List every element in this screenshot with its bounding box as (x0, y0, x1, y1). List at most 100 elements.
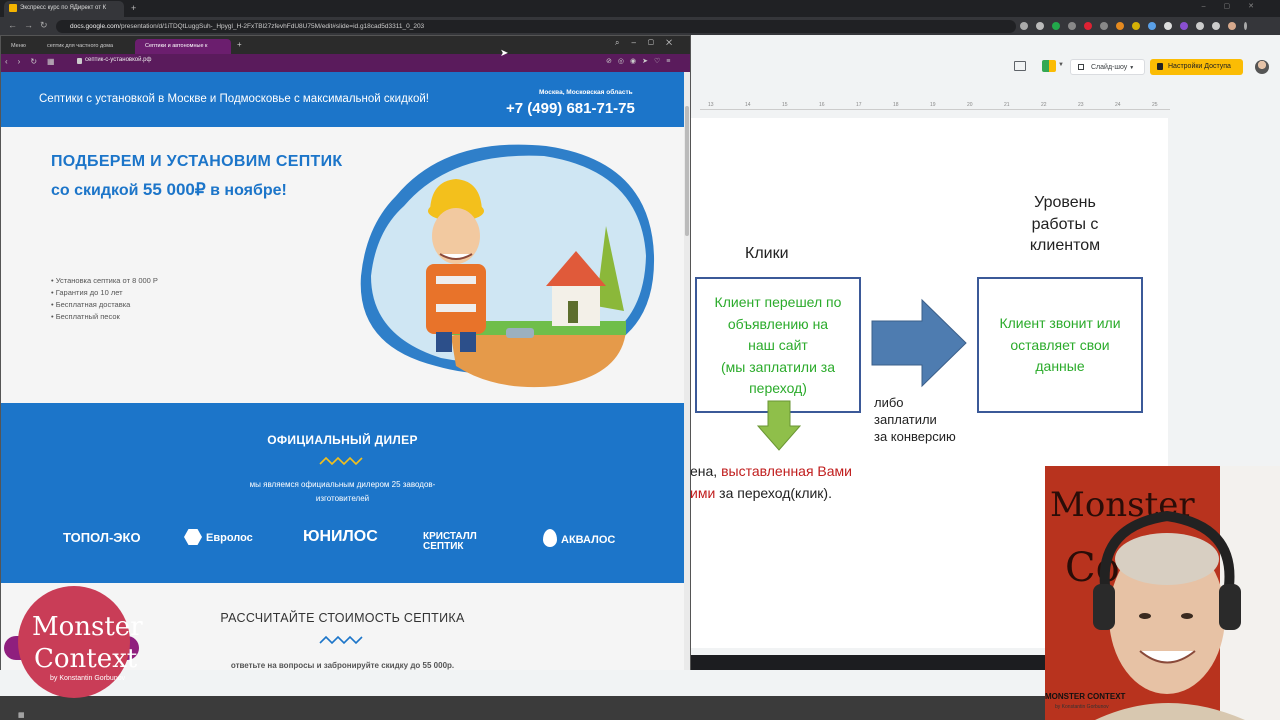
site-city: Москва, Московская область (539, 89, 633, 96)
hero-subtitle: со скидкой 55 000₽ в ноябре! (51, 180, 287, 199)
new-tab-icon[interactable]: + (131, 3, 136, 13)
lock-icon (1157, 63, 1163, 70)
brand-topol-eko: ТОПОЛ-ЭКО (63, 530, 141, 545)
extension-orange-icon[interactable] (1116, 22, 1124, 30)
zigzag-divider-blue (319, 635, 363, 645)
right-arrow-shape (871, 298, 967, 388)
brand-kristall: КРИСТАЛЛ СЕПТИК (423, 531, 477, 552)
hero-bullet: • Бесплатный песок (51, 312, 120, 321)
ruler-tick: 23 (1078, 102, 1084, 108)
dealer-subtitle-line2: изготовителей (315, 494, 370, 503)
sidebar-toggle-icon[interactable] (1212, 22, 1220, 30)
ruler-tick: 14 (745, 102, 751, 108)
chevron-down-icon[interactable]: ▼ (1058, 62, 1064, 68)
profile-avatar[interactable] (1228, 22, 1236, 30)
logo-line2: Context (34, 644, 138, 674)
slides-vertical-scrollbar[interactable] (1268, 88, 1280, 468)
share-page-icon[interactable] (1020, 22, 1028, 30)
inner-lock-icon (77, 58, 82, 64)
dealer-title: ОФИЦИАЛЬНЫЙ ДИЛЕР (267, 433, 418, 447)
dealer-section: ОФИЦИАЛЬНЫЙ ДИЛЕР мы являемся официальны… (1, 403, 684, 583)
slide-box-left: Клиент перешел по объявлению на наш сайт… (695, 277, 861, 413)
inner-tab-menu[interactable]: Меню (1, 39, 35, 54)
logo-line1: Monster (32, 612, 143, 642)
extension-yellow-icon[interactable] (1132, 22, 1140, 30)
inner-browser-window[interactable]: Меню септик для частного дома Септики и … (0, 35, 691, 670)
slideshow-icon (1078, 64, 1084, 70)
user-avatar[interactable] (1255, 60, 1269, 74)
outer-url-field[interactable]: docs.google.com/presentation/d/1iTDQtLug… (56, 20, 1016, 33)
extension-light-icon[interactable] (1164, 22, 1172, 30)
ruler-tick: 22 (1041, 102, 1047, 108)
website-viewport[interactable]: Септики с установкой в Москве и Подмоско… (1, 72, 684, 670)
site-phone[interactable]: +7 (499) 681-71-75 (506, 100, 635, 117)
monster-context-logo: Monster Context by Konstantin Gorbunov (18, 586, 143, 698)
hero-bullet: • Бесплатная доставка (51, 300, 131, 309)
slide-label-either: либо заплатили за конверсию (874, 395, 956, 444)
horizontal-ruler: 13 14 15 16 17 18 19 20 21 22 23 24 25 (700, 102, 1170, 110)
site-header: Септики с установкой в Москве и Подмоско… (1, 72, 684, 127)
ruler-tick: 24 (1115, 102, 1121, 108)
brand-evrolos: Евролос (206, 532, 253, 544)
outer-tab-title: Экспресс курс по ЯДирект от К (20, 5, 107, 11)
slides-notes-bar (0, 670, 1045, 696)
mouse-cursor-icon: ➤ (500, 48, 509, 59)
bottom-taskbar (0, 696, 1045, 720)
brand-evrolos-icon (184, 529, 202, 545)
brand-akvalos-drop-icon (543, 529, 557, 547)
logo-line3: by Konstantin Gorbunov (50, 675, 126, 682)
slide-label-clicks: Клики (745, 245, 789, 262)
hero-bullet: • Установка септика от 8 000 Р (51, 276, 158, 285)
ruler-tick: 18 (893, 102, 899, 108)
webcam-feed-image: Monster Con (1045, 466, 1280, 720)
extension-green-icon[interactable] (1052, 22, 1060, 30)
extension-purple-icon[interactable] (1180, 22, 1188, 30)
comment-history-icon[interactable] (1014, 61, 1026, 71)
site-slogan: Септики с установкой в Москве и Подмоско… (39, 93, 429, 105)
slide-label-level: Уровень работы с клиентом (1029, 194, 1101, 254)
extension-red-icon[interactable] (1084, 22, 1092, 30)
extension-gray-icon[interactable] (1068, 22, 1076, 30)
inner-tab-active[interactable]: Септики и автономные к (135, 39, 231, 54)
ruler-tick: 15 (782, 102, 788, 108)
reload-icon[interactable]: ↻ (40, 20, 48, 31)
outer-tab-active[interactable]: Экспресс курс по ЯДирект от К (4, 1, 124, 17)
menu-kebab-icon[interactable] (1244, 22, 1247, 30)
ruler-tick: 20 (967, 102, 973, 108)
ruler-tick: 16 (819, 102, 825, 108)
bookmark-star-icon[interactable] (1036, 22, 1044, 30)
inner-toolbar-icons[interactable]: ⊘◎◉➤♡≡ (606, 57, 676, 65)
hero-illustration (360, 144, 655, 388)
zigzag-divider (319, 456, 363, 466)
outer-tab-bar (0, 0, 1280, 17)
share-button[interactable]: Настройки Доступа (1150, 59, 1243, 75)
extension-icons[interactable] (1020, 20, 1275, 32)
webcam-by-label: by Konstantin Gorbunov (1055, 704, 1109, 710)
ruler-tick: 17 (856, 102, 862, 108)
webcam-overlay: Monster Con MONSTER CONTEXT by Konstanti… (1045, 466, 1280, 720)
extension-puzzle-icon[interactable] (1196, 22, 1204, 30)
inner-scroll-thumb[interactable] (685, 106, 689, 236)
forward-icon[interactable]: → (24, 20, 33, 30)
hero-bullet: • Гарантия до 10 лет (51, 288, 123, 297)
inner-tab-search[interactable]: септик для частного дома (37, 39, 133, 54)
inner-window-controls[interactable]: ⌕–▢✕ (615, 38, 684, 48)
inner-new-tab-icon[interactable]: + (237, 40, 242, 49)
window-controls[interactable]: –▢✕ (1202, 2, 1272, 10)
brand-unilos: ЮНИЛОС (303, 528, 378, 545)
slides-favicon-icon (9, 4, 17, 12)
down-arrow-shape (756, 400, 802, 451)
ruler-tick: 21 (1004, 102, 1010, 108)
slide-bottom-text: ена, выставленная Вами ими за переход(кл… (690, 463, 852, 501)
extension-gray2-icon[interactable] (1100, 22, 1108, 30)
inner-url-field[interactable]: септик-с-установкой.рф (85, 57, 151, 63)
slide-margin (1168, 110, 1268, 470)
slide-box-right: Клиент звонит или оставляет свои данные (977, 277, 1143, 413)
inner-nav-icons[interactable]: ‹›↻▦ (5, 57, 65, 66)
brand-akvalos: АКВАЛОС (561, 534, 616, 546)
hero-title: ПОДБЕРЕМ И УСТАНОВИМ СЕПТИК (51, 153, 343, 170)
meet-icon[interactable] (1042, 60, 1056, 72)
back-icon[interactable]: ← (8, 20, 17, 30)
grid-view-icon[interactable]: ▦ (18, 711, 25, 719)
extension-blue-icon[interactable] (1148, 22, 1156, 30)
